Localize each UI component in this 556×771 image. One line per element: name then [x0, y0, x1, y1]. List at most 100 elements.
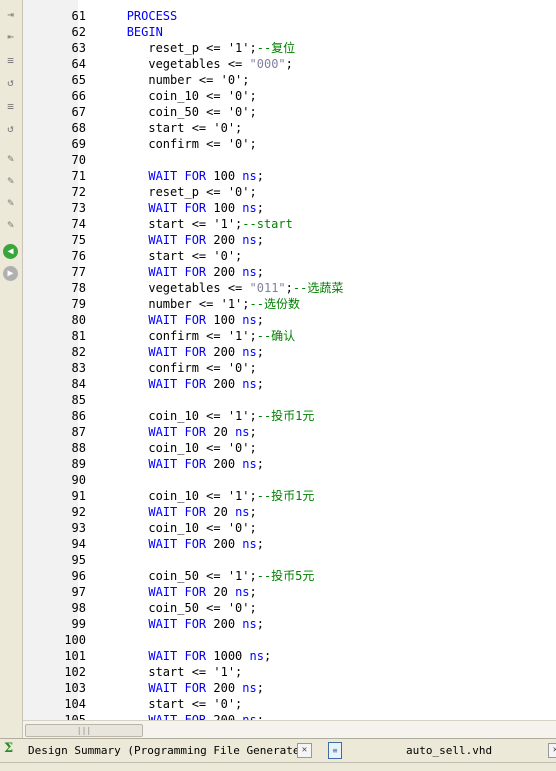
- code-line[interactable]: 81 confirm <= '1';--确认: [23, 328, 556, 344]
- code-token: ;: [256, 377, 264, 391]
- code-text: number <= '0';: [105, 72, 250, 88]
- line-number: 100: [64, 633, 86, 647]
- code-token: ;: [285, 281, 293, 295]
- uncomment-icon[interactable]: ↺: [2, 74, 19, 91]
- uncomment-block-icon[interactable]: ↺: [2, 120, 19, 137]
- code-token: start <= '0';: [148, 697, 243, 711]
- code-token: 200: [206, 345, 243, 359]
- code-line[interactable]: 89 WAIT FOR 200 ns;: [23, 456, 556, 472]
- tool-clear-icon[interactable]: ✎: [2, 216, 19, 233]
- line-number: 89: [71, 457, 86, 471]
- code-line[interactable]: 86 coin_10 <= '1';--投币1元: [23, 408, 556, 424]
- code-line[interactable]: 70: [23, 152, 556, 168]
- line-number: 70: [71, 153, 86, 167]
- code-text: WAIT FOR 200 ns;: [105, 264, 264, 280]
- code-line[interactable]: 95: [23, 552, 556, 568]
- code-token: number <= '0';: [148, 73, 250, 87]
- code-line[interactable]: 73 WAIT FOR 100 ns;: [23, 200, 556, 216]
- line-number: 80: [71, 313, 86, 327]
- code-line[interactable]: 87 WAIT FOR 20 ns;: [23, 424, 556, 440]
- code-token: ;: [285, 57, 293, 71]
- code-line[interactable]: 90: [23, 472, 556, 488]
- code-line[interactable]: 67 coin_50 <= '0';: [23, 104, 556, 120]
- code-line[interactable]: 93 coin_10 <= '0';: [23, 520, 556, 536]
- code-token: ;: [249, 425, 257, 439]
- code-line[interactable]: 105 WAIT FOR 200 ns;: [23, 712, 556, 720]
- code-text: start <= '0';: [105, 248, 242, 264]
- code-line[interactable]: 97 WAIT FOR 20 ns;: [23, 584, 556, 600]
- keyword-token: ns: [242, 681, 257, 695]
- code-line[interactable]: 94 WAIT FOR 200 ns;: [23, 536, 556, 552]
- code-line[interactable]: 104 start <= '0';: [23, 696, 556, 712]
- code-token: ;: [256, 201, 264, 215]
- comment-icon[interactable]: ≡: [2, 52, 19, 69]
- code-line[interactable]: 61 PROCESS: [23, 8, 556, 24]
- keyword-token: ns: [242, 713, 257, 720]
- code-line[interactable]: 72 reset_p <= '0';: [23, 184, 556, 200]
- code-token: 100: [206, 313, 243, 327]
- code-line[interactable]: 63 reset_p <= '1';--复位: [23, 40, 556, 56]
- forward-icon[interactable]: ◀: [3, 244, 18, 259]
- keyword-token: WAIT FOR: [148, 617, 207, 631]
- tool-add-icon[interactable]: ✎: [2, 172, 19, 189]
- tab-design-summary[interactable]: Design Summary (Programming File Generat…: [28, 741, 313, 761]
- code-token: 100: [206, 169, 243, 183]
- code-token: start <= '0';: [148, 121, 243, 135]
- tab-divider: [0, 762, 556, 763]
- code-line[interactable]: 85: [23, 392, 556, 408]
- code-line[interactable]: 64 vegetables <= "000";: [23, 56, 556, 72]
- code-line[interactable]: 103 WAIT FOR 200 ns;: [23, 680, 556, 696]
- code-line[interactable]: 75 WAIT FOR 200 ns;: [23, 232, 556, 248]
- code-line[interactable]: 82 WAIT FOR 200 ns;: [23, 344, 556, 360]
- code-line[interactable]: 100: [23, 632, 556, 648]
- keyword-token: WAIT FOR: [148, 377, 207, 391]
- indent-icon[interactable]: ⇥: [2, 6, 19, 23]
- code-line[interactable]: 79 number <= '1';--选份数: [23, 296, 556, 312]
- code-line[interactable]: 99 WAIT FOR 200 ns;: [23, 616, 556, 632]
- line-number: 74: [71, 217, 86, 231]
- tool-icon[interactable]: ✎: [2, 150, 19, 167]
- outdent-icon[interactable]: ⇤: [2, 28, 19, 45]
- comment-block-icon[interactable]: ≡: [2, 98, 19, 115]
- scrollbar-thumb[interactable]: |||: [25, 724, 143, 737]
- code-line[interactable]: 80 WAIT FOR 100 ns;: [23, 312, 556, 328]
- code-line[interactable]: 92 WAIT FOR 20 ns;: [23, 504, 556, 520]
- code-token: coin_50 <= '0';: [148, 601, 257, 615]
- code-line[interactable]: 62 BEGIN: [23, 24, 556, 40]
- code-line[interactable]: 66 coin_10 <= '0';: [23, 88, 556, 104]
- code-line[interactable]: 78 vegetables <= "011";--选蔬菜: [23, 280, 556, 296]
- code-line[interactable]: 68 start <= '0';: [23, 120, 556, 136]
- code-line[interactable]: 69 confirm <= '0';: [23, 136, 556, 152]
- code-line[interactable]: 65 number <= '0';: [23, 72, 556, 88]
- code-line[interactable]: 102 start <= '1';: [23, 664, 556, 680]
- code-line[interactable]: 76 start <= '0';: [23, 248, 556, 264]
- code-line[interactable]: 98 coin_50 <= '0';: [23, 600, 556, 616]
- code-line[interactable]: 77 WAIT FOR 200 ns;: [23, 264, 556, 280]
- code-line[interactable]: 91 coin_10 <= '1';--投币1元: [23, 488, 556, 504]
- code-line[interactable]: 74 start <= '1';--start: [23, 216, 556, 232]
- code-line[interactable]: 101 WAIT FOR 1000 ns;: [23, 648, 556, 664]
- back-icon[interactable]: ▶: [3, 266, 18, 281]
- close-icon[interactable]: ✕: [297, 743, 312, 758]
- code-token: 200: [206, 265, 243, 279]
- code-text: confirm <= '1';--确认: [105, 328, 295, 344]
- code-token: 100: [206, 201, 243, 215]
- code-text: WAIT FOR 200 ns;: [105, 344, 264, 360]
- code-line[interactable]: 83 confirm <= '0';: [23, 360, 556, 376]
- tool-remove-icon[interactable]: ✎: [2, 194, 19, 211]
- close-icon[interactable]: ✕: [548, 743, 556, 758]
- horizontal-scrollbar[interactable]: |||: [23, 720, 556, 738]
- code-line[interactable]: 96 coin_50 <= '1';--投币5元: [23, 568, 556, 584]
- code-line[interactable]: 71 WAIT FOR 100 ns;: [23, 168, 556, 184]
- line-number: 105: [64, 713, 86, 720]
- code-line[interactable]: 84 WAIT FOR 200 ns;: [23, 376, 556, 392]
- keyword-token: ns: [235, 505, 250, 519]
- tab-auto-sell-vhd[interactable]: auto_sell.vhd: [406, 741, 492, 761]
- line-number: 86: [71, 409, 86, 423]
- keyword-token: BEGIN: [126, 25, 163, 39]
- code-editor[interactable]: 61 PROCESS 62 BEGIN 63 reset_p <= '1';--复位…: [23, 0, 556, 720]
- code-line[interactable]: 88 coin_10 <= '0';: [23, 440, 556, 456]
